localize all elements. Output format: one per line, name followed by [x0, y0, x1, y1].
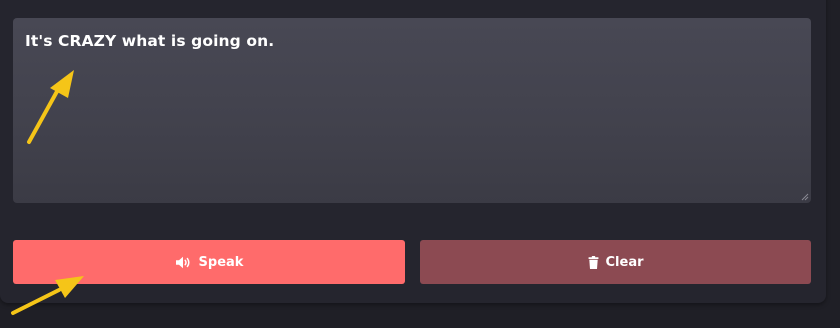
speak-button-label: Speak: [198, 254, 244, 270]
resize-grip-icon[interactable]: [801, 193, 809, 201]
trash-icon: [588, 255, 598, 269]
text-input-value: It's CRAZY what is going on.: [25, 32, 275, 50]
clear-button[interactable]: Clear: [420, 240, 811, 284]
text-input-area[interactable]: It's CRAZY what is going on.: [13, 18, 811, 203]
speak-button[interactable]: Speak: [13, 240, 405, 284]
clear-button-label: Clear: [605, 254, 644, 270]
volume-icon: [175, 256, 190, 268]
